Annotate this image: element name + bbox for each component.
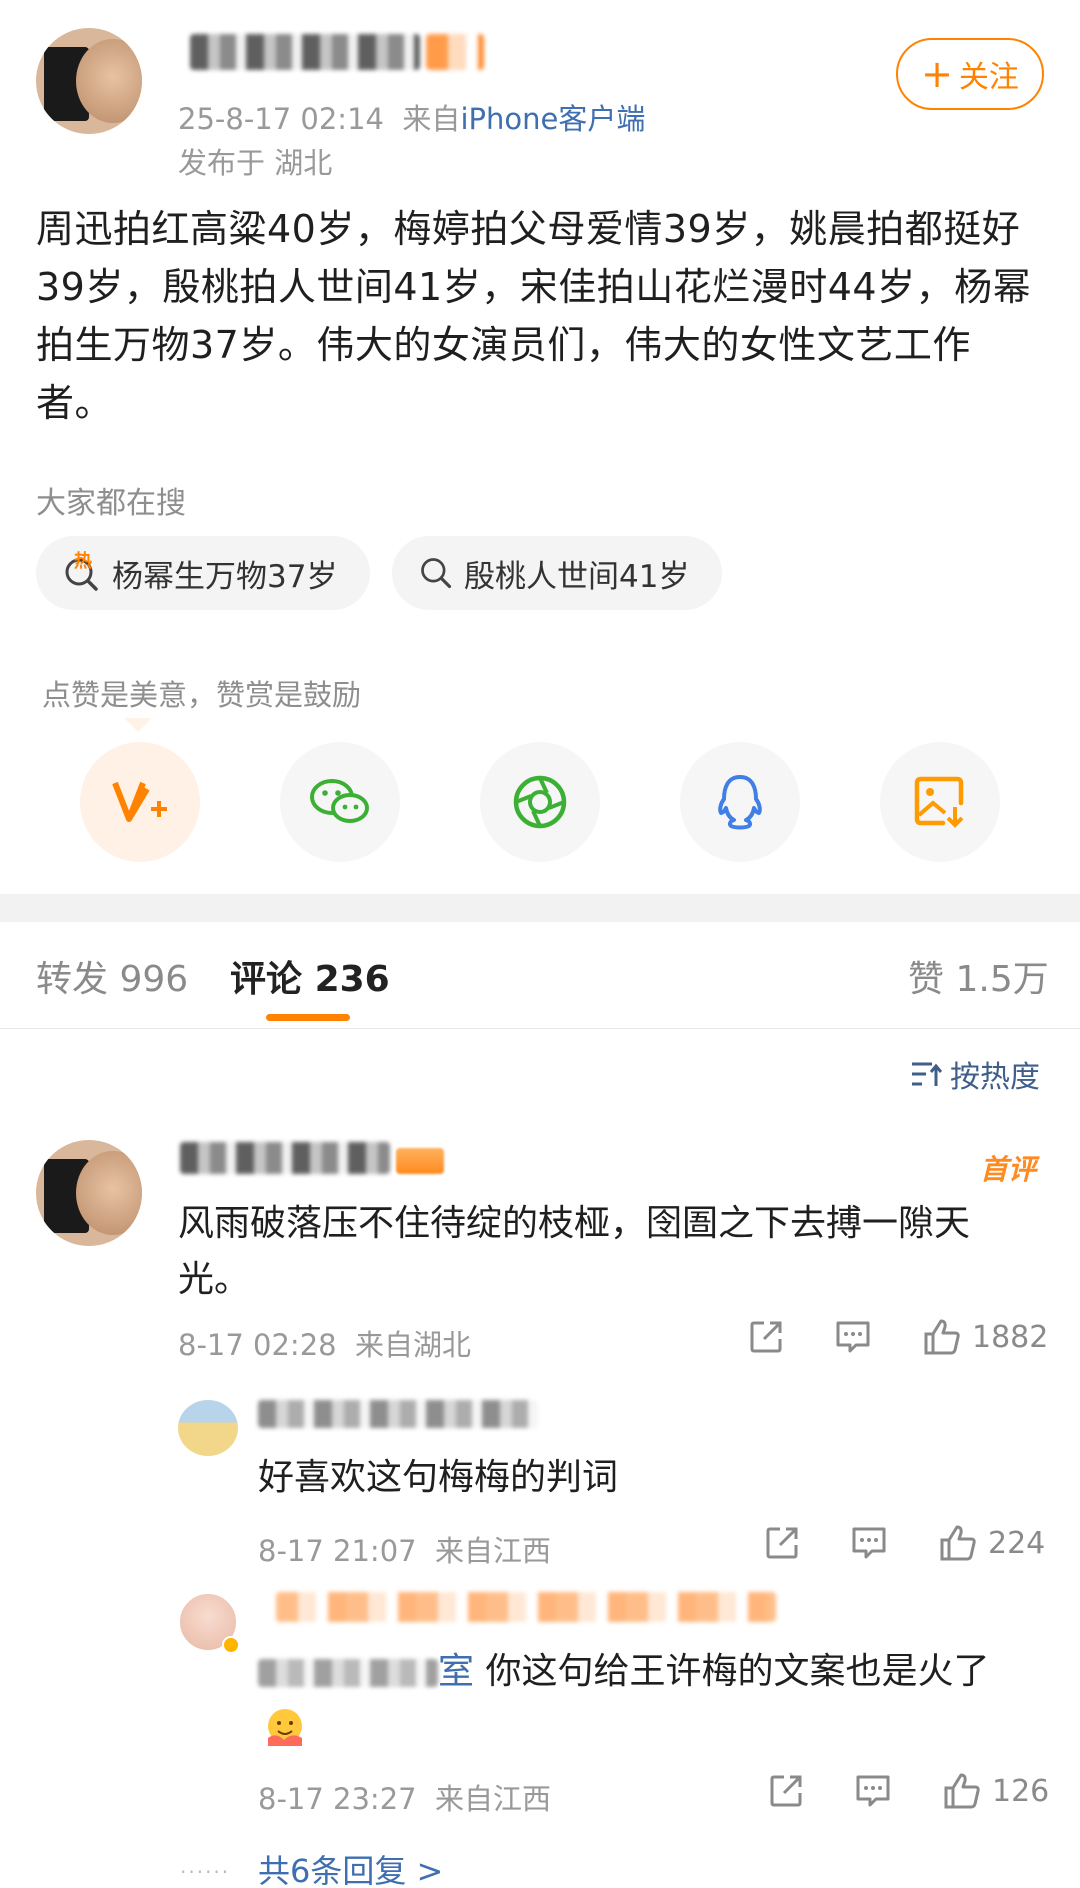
reply-2-location: 来自江西 [435, 1782, 552, 1816]
thumbs-up-icon [944, 1773, 980, 1809]
share-icon [770, 1775, 802, 1807]
tab-likes-count: 1.5万 [955, 959, 1049, 1000]
reply-2-mention-suffix[interactable]: 室 [438, 1651, 474, 1692]
hug-emoji-icon [262, 1706, 308, 1748]
sort-icon [912, 1062, 942, 1086]
comment-icon [856, 1775, 890, 1807]
post-location: 发布于 湖北 [178, 146, 333, 180]
post-source-client[interactable]: iPhone客户端 [460, 102, 645, 136]
section-divider [0, 894, 1080, 922]
verified-badge [222, 1636, 240, 1654]
reply-2-meta: 8-17 23:27 来自江西 [258, 1776, 551, 1818]
thumbs-up-icon [940, 1525, 976, 1561]
moments-icon [513, 775, 567, 829]
post-meta: 25-8-17 02:14 来自iPhone客户端 [178, 96, 645, 138]
reply-1-actions: 224 [764, 1524, 1045, 1562]
reply-1-like[interactable]: 224 [938, 1524, 1045, 1562]
wechat-button[interactable] [280, 742, 400, 862]
more-replies-link[interactable]: 共6条回复 > [258, 1846, 443, 1888]
tab-comments-label: 评论 [230, 959, 303, 1000]
reply-1-avatar[interactable] [178, 1400, 238, 1456]
search-chip-2[interactable]: 殷桃人世间41岁 [392, 536, 722, 610]
commenter-1-avatar[interactable] [36, 1140, 142, 1246]
search-chip-1-text: 杨幂生万物37岁 [112, 558, 338, 595]
post-timestamp: 25-8-17 02:14 [178, 102, 384, 136]
tab-comments[interactable]: 评论 236 [230, 950, 390, 1002]
commenter-1-tag-blurred [396, 1148, 444, 1174]
reply-2-mention-blurred[interactable] [258, 1659, 438, 1687]
reply-1-text: 好喜欢这句梅梅的判词 [258, 1457, 619, 1498]
reply-1-reply[interactable] [850, 1525, 888, 1561]
reply-1-name-blurred[interactable] [258, 1400, 538, 1428]
reward-button[interactable] [80, 742, 200, 862]
reply-1-location: 来自江西 [435, 1534, 552, 1568]
trending-label: 大家都在搜 [36, 486, 186, 521]
save-image-icon [914, 776, 964, 828]
share-icon [750, 1321, 782, 1353]
tab-comments-count: 236 [314, 959, 390, 1000]
reply-2-like[interactable]: 126 [942, 1772, 1049, 1810]
save-image-button[interactable] [880, 742, 1000, 862]
share-icon [766, 1527, 798, 1559]
comment-1-like-count: 1882 [972, 1319, 1049, 1355]
first-comment-badge: 首评 [980, 1153, 1037, 1186]
comment-1-text: 风雨破落压不住待绽的枝桠，囹圄之下去搏一隙天光。 [178, 1203, 971, 1300]
author-name-blurred[interactable] [190, 34, 420, 70]
author-badge-blurred [426, 34, 484, 70]
tab-repost-count: 996 [119, 959, 189, 1000]
moments-button[interactable] [480, 742, 600, 862]
tab-repost-label: 转发 [36, 959, 109, 1000]
reply-thread-dots: ······ [180, 1860, 231, 1884]
reply-2-text-line: 室 你这句给王许梅的文案也是火了 [258, 1644, 1038, 1700]
comment-icon [852, 1527, 886, 1559]
reply-2-time: 8-17 23:27 [258, 1782, 417, 1816]
hot-search-icon: 热 [62, 551, 102, 593]
commenter-1-name-blurred[interactable] [180, 1142, 390, 1174]
tooltip-arrow [124, 718, 152, 732]
tab-likes[interactable]: 赞 1.5万 [908, 950, 1049, 1002]
reply-1-time: 8-17 21:07 [258, 1534, 417, 1568]
qq-button[interactable] [680, 742, 800, 862]
tab-likes-label: 赞 [908, 959, 945, 1000]
reply-1-meta: 8-17 21:07 来自江西 [258, 1528, 551, 1570]
search-chip-2-text: 殷桃人世间41岁 [464, 558, 690, 595]
author-avatar[interactable] [36, 28, 142, 134]
reply-1-share[interactable] [764, 1525, 800, 1561]
reply-2-actions: 126 [768, 1772, 1049, 1810]
plus-icon: + [921, 52, 953, 96]
reply-2-name-blurred[interactable] [276, 1592, 776, 1622]
reply-1-like-count: 224 [988, 1525, 1046, 1561]
search-icon [418, 555, 454, 591]
hot-badge: 热 [74, 551, 92, 572]
comment-1-location: 来自湖北 [355, 1328, 472, 1362]
post-source-prefix: 来自 [402, 102, 461, 136]
post-text: 周迅拍红高粱40岁，梅婷拍父母爱情39岁，姚晨拍都挺好39岁，殷桃拍人世间41岁… [36, 207, 1032, 425]
search-chip-1[interactable]: 热 杨幂生万物37岁 [36, 536, 370, 610]
tab-repost[interactable]: 转发 996 [36, 950, 188, 1002]
comment-1-time: 8-17 02:28 [178, 1328, 337, 1362]
wechat-icon [310, 779, 369, 823]
tab-active-indicator [266, 1014, 350, 1021]
reply-2-like-count: 126 [992, 1773, 1050, 1809]
sort-label: 按热度 [950, 1060, 1040, 1095]
follow-label: 关注 [958, 60, 1019, 95]
tab-divider [0, 1028, 1080, 1029]
qq-icon [718, 775, 762, 830]
comment-1-reply[interactable] [834, 1319, 872, 1355]
thumbs-up-icon [924, 1319, 960, 1355]
comment-1-share[interactable] [748, 1319, 784, 1355]
reward-v-icon [112, 781, 167, 822]
comment-1-actions: 1882 [748, 1318, 1048, 1356]
reply-2-share[interactable] [768, 1773, 804, 1809]
reply-2-text: 你这句给王许梅的文案也是火了 [485, 1651, 990, 1692]
reply-2-reply[interactable] [854, 1773, 892, 1809]
sort-button[interactable]: 按热度 [910, 1052, 1040, 1096]
comment-1-like[interactable]: 1882 [922, 1318, 1048, 1356]
comment-icon [836, 1321, 870, 1353]
comment-1-meta: 8-17 02:28 来自湖北 [178, 1322, 471, 1364]
reward-tooltip: 点赞是美意，赞赏是鼓励 [42, 678, 362, 712]
follow-button[interactable]: + 关注 [896, 38, 1044, 110]
